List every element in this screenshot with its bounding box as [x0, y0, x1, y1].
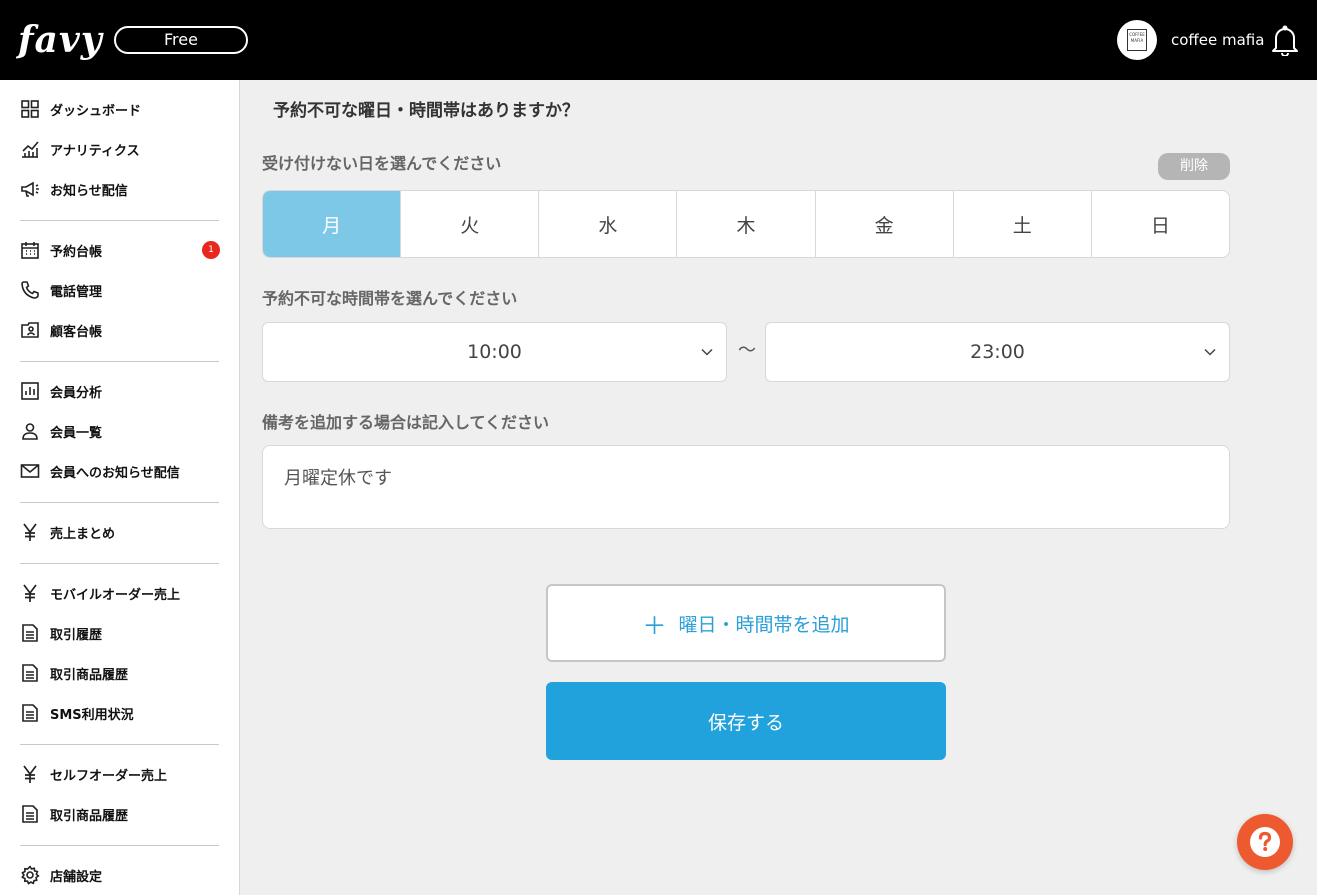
document-icon — [20, 804, 40, 824]
help-question-icon — [1250, 827, 1280, 857]
days-label: 受け付けない日を選んでください — [262, 154, 502, 173]
megaphone-icon — [20, 179, 40, 199]
shop-name[interactable]: coffee mafia — [1171, 30, 1264, 50]
time-from-value: 10:00 — [467, 341, 522, 363]
time-to-value: 23:00 — [970, 341, 1025, 363]
sidebar-item-label: 会員へのお知らせ配信 — [50, 465, 180, 481]
yen-icon — [20, 583, 40, 603]
sidebar-item-member-list[interactable]: 会員一覧 — [20, 419, 220, 443]
sidebar-item-transaction-history[interactable]: 取引履歴 — [20, 621, 220, 645]
sidebar-item-product-history[interactable]: 取引商品履歴 — [20, 661, 220, 685]
document-icon — [20, 623, 40, 643]
sidebar-divider — [20, 563, 219, 564]
day-option-sun[interactable]: 日 — [1092, 191, 1229, 257]
sidebar-item-label: 会員分析 — [50, 385, 103, 401]
gear-icon — [20, 865, 40, 885]
sidebar: ダッシュボード アナリティクス お知らせ配信 予約台帳 1 電話管理 顧客台帳 — [0, 80, 240, 895]
sidebar-item-label: お知らせ配信 — [50, 183, 128, 199]
yen-icon — [20, 522, 40, 542]
sidebar-divider — [20, 361, 219, 362]
dashboard-grid-icon — [20, 99, 40, 119]
add-day-time-button[interactable]: ＋ 曜日・時間帯を追加 — [546, 584, 946, 662]
day-option-thu[interactable]: 木 — [677, 191, 816, 257]
sidebar-item-sms-usage[interactable]: SMS利用状況 — [20, 701, 220, 725]
day-option-fri[interactable]: 金 — [816, 191, 954, 257]
sidebar-item-label: 顧客台帳 — [50, 324, 103, 340]
day-option-mon[interactable]: 月 — [263, 191, 402, 257]
sidebar-item-sales-summary[interactable]: 売上まとめ — [20, 520, 220, 544]
top-bar: favy Free COFFEE MAFIA coffee mafia — [0, 0, 1317, 80]
sidebar-item-label: セルフオーダー売上 — [50, 768, 168, 784]
plan-badge[interactable]: Free — [114, 26, 248, 54]
bar-chart-icon — [20, 381, 40, 401]
sidebar-item-label: 店舗設定 — [50, 869, 103, 885]
sidebar-item-self-order-product-history[interactable]: 取引商品履歴 — [20, 802, 220, 826]
sidebar-item-mobile-order-sales[interactable]: モバイルオーダー売上 — [20, 581, 220, 605]
contact-card-icon — [20, 320, 40, 340]
sidebar-item-announcements[interactable]: お知らせ配信 — [20, 177, 220, 201]
time-to-select[interactable]: 23:00 — [765, 322, 1230, 382]
mail-icon — [20, 461, 40, 481]
sidebar-item-dashboard[interactable]: ダッシュボード — [20, 97, 220, 121]
sidebar-item-label: モバイルオーダー売上 — [50, 587, 181, 603]
sidebar-item-reservations[interactable]: 予約台帳 1 — [20, 238, 220, 262]
reservation-count-badge: 1 — [202, 241, 220, 259]
day-option-wed[interactable]: 水 — [539, 191, 678, 257]
sidebar-item-member-analysis[interactable]: 会員分析 — [20, 379, 220, 403]
save-button[interactable]: 保存する — [546, 682, 946, 760]
notification-bell-icon[interactable] — [1270, 24, 1300, 57]
help-chat-button[interactable] — [1237, 814, 1293, 870]
day-selector: 月 火 水 木 金 土 日 — [262, 190, 1230, 258]
yen-icon — [20, 764, 40, 784]
sidebar-divider — [20, 744, 219, 745]
sidebar-divider — [20, 502, 219, 503]
sidebar-item-self-order-sales[interactable]: セルフオーダー売上 — [20, 762, 220, 786]
analytics-chart-icon — [20, 139, 40, 159]
sidebar-item-label: アナリティクス — [50, 143, 140, 159]
delete-button[interactable]: 削除 — [1158, 153, 1230, 180]
day-option-tue[interactable]: 火 — [401, 191, 540, 257]
sidebar-item-label: 会員一覧 — [50, 425, 103, 441]
sidebar-item-label: 予約台帳 — [50, 244, 103, 260]
sidebar-item-phone[interactable]: 電話管理 — [20, 278, 220, 302]
phone-icon — [20, 280, 40, 300]
document-icon — [20, 703, 40, 723]
day-option-sat[interactable]: 土 — [954, 191, 1092, 257]
plus-icon: ＋ — [642, 611, 667, 640]
note-label: 備考を追加する場合は記入してください — [262, 413, 550, 432]
section-title: 予約不可な曜日・時間帯はありますか？ — [273, 101, 579, 121]
note-textarea[interactable]: 月曜定休です — [262, 445, 1230, 529]
sidebar-item-label: 取引商品履歴 — [50, 667, 129, 683]
add-day-time-label: 曜日・時間帯を追加 — [678, 613, 850, 636]
calendar-icon — [20, 240, 40, 260]
shop-avatar-logo: COFFEE MAFIA — [1127, 29, 1147, 51]
sidebar-divider — [20, 845, 219, 846]
sidebar-item-label: 電話管理 — [50, 284, 103, 300]
time-from-select[interactable]: 10:00 — [262, 322, 727, 382]
document-icon — [20, 663, 40, 683]
time-label: 予約不可な時間帯を選んでください — [262, 289, 518, 308]
sidebar-item-customers[interactable]: 顧客台帳 — [20, 318, 220, 342]
sidebar-item-label: 取引履歴 — [50, 627, 103, 643]
sidebar-item-label: SMS利用状況 — [50, 707, 134, 723]
time-range-separator: 〜 — [738, 340, 756, 361]
sidebar-divider — [20, 220, 219, 221]
sidebar-item-label: 取引商品履歴 — [50, 808, 129, 824]
sidebar-item-analytics[interactable]: アナリティクス — [20, 137, 220, 161]
chevron-down-icon — [701, 348, 713, 356]
favy-logo[interactable]: favy — [18, 18, 103, 62]
sidebar-item-store-settings[interactable]: 店舗設定 — [20, 863, 220, 887]
chevron-down-icon — [1204, 348, 1216, 356]
sidebar-item-label: 売上まとめ — [50, 526, 116, 542]
person-icon — [20, 421, 40, 441]
sidebar-item-member-announcements[interactable]: 会員へのお知らせ配信 — [20, 459, 220, 483]
sidebar-item-label: ダッシュボード — [50, 103, 142, 119]
shop-avatar[interactable]: COFFEE MAFIA — [1117, 20, 1157, 60]
